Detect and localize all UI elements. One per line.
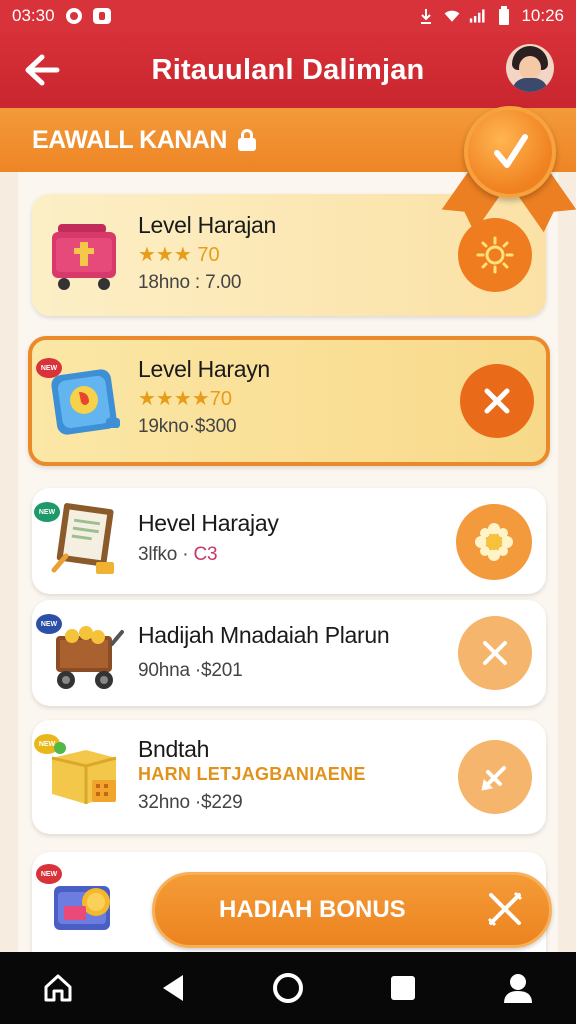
pencil-icon — [481, 766, 506, 791]
item-subtitle: 3lfko · C3 — [138, 544, 218, 566]
game-icon — [65, 7, 83, 25]
battery-icon — [495, 6, 513, 25]
close-icon — [483, 641, 507, 665]
close-icon — [484, 388, 510, 414]
circle-home-icon — [272, 973, 303, 1003]
toolbox-thumbnail — [46, 214, 126, 294]
download-icon — [417, 7, 435, 25]
item-subtitle-text: 3lfko · — [138, 544, 189, 565]
arrow-left-icon — [25, 54, 60, 86]
square-recents-icon — [391, 976, 416, 1000]
page-title: Ritauulanl Dalimjan — [151, 53, 425, 86]
item-action-button[interactable] — [460, 364, 534, 438]
back-button[interactable] — [12, 40, 72, 100]
item-action-button[interactable] — [458, 616, 532, 690]
item-title: Hadijah Mnadaiah Plarun — [138, 622, 390, 648]
bonus-button[interactable]: HADIAH BONUS — [152, 872, 552, 948]
item-subtitle: 19kno·$300 — [138, 416, 237, 437]
item-rating: ★★★ 70 — [138, 244, 220, 266]
profile-button[interactable] — [488, 958, 548, 1018]
bonus-button-label: HADIAH BONUS — [219, 896, 406, 923]
item-subtitle: 32hno ·$229 — [138, 792, 243, 813]
cart-thumbnail — [46, 614, 126, 694]
item-action-button[interactable] — [456, 504, 532, 580]
device-thumbnail — [46, 362, 126, 442]
item-subtitle: 90hna ·$201 — [138, 660, 243, 681]
user-avatar[interactable] — [506, 44, 554, 92]
item-title: Level Harayn — [138, 356, 270, 382]
triangle-back-icon — [162, 975, 183, 1001]
medal-check-icon — [464, 106, 556, 198]
signal-icon — [469, 7, 487, 25]
list-item[interactable]: NEW Hadijah Mnadaiah Plarun 90hna ·$201 — [32, 600, 546, 706]
item-title: Level Harajan — [138, 212, 277, 238]
flower-icon — [475, 523, 513, 561]
cross-icon — [483, 889, 527, 933]
back-nav-button[interactable] — [143, 958, 203, 1018]
wifi-icon — [443, 7, 461, 25]
item-action-button[interactable] — [458, 740, 532, 814]
home-circle-button[interactable] — [258, 958, 318, 1018]
status-bar: 03:30 10:26 — [0, 0, 576, 32]
app-bar: Ritauulanl Dalimjan — [0, 32, 576, 108]
achievement-medal[interactable] — [444, 100, 574, 230]
home-button[interactable] — [28, 958, 88, 1018]
home-icon — [44, 974, 72, 1002]
status-time: 03:30 — [12, 6, 55, 25]
person-icon — [504, 974, 533, 1003]
lock-icon — [237, 129, 257, 151]
item-title: Hevel Harajay — [138, 510, 279, 536]
status-clock-right: 10:26 — [521, 6, 564, 25]
item-subtitle: 18hno : 7.00 — [138, 272, 242, 293]
box-thumbnail — [46, 738, 126, 818]
wallet-thumbnail — [46, 866, 126, 946]
certificate-thumbnail — [46, 500, 126, 580]
item-promo: HARN LETJAGBANIAENE — [138, 764, 366, 784]
sun-icon — [476, 236, 514, 274]
item-title: Bndtah — [138, 736, 210, 762]
app-icon — [92, 7, 111, 25]
system-nav-bar — [0, 952, 576, 1024]
section-title: EAWALL KANAN — [32, 125, 227, 154]
item-list: Level Harajan ★★★ 70 18hno : 7.00 NEW Le… — [18, 172, 558, 952]
bonus-card: NEW HADIAH BONUS — [32, 852, 552, 952]
item-subtitle-highlight: C3 — [193, 544, 218, 565]
item-rating: ★★★★70 — [138, 388, 232, 410]
recents-button[interactable] — [373, 958, 433, 1018]
list-item-selected[interactable]: NEW Level Harayn ★★★★70 19kno·$300 — [28, 336, 550, 466]
list-item[interactable]: NEW Hevel Harajay 3lfko · C3 — [32, 488, 546, 594]
list-item[interactable]: NEW Bndtah HARN LETJAGBANIAENE 32hno ·$2… — [32, 720, 546, 834]
